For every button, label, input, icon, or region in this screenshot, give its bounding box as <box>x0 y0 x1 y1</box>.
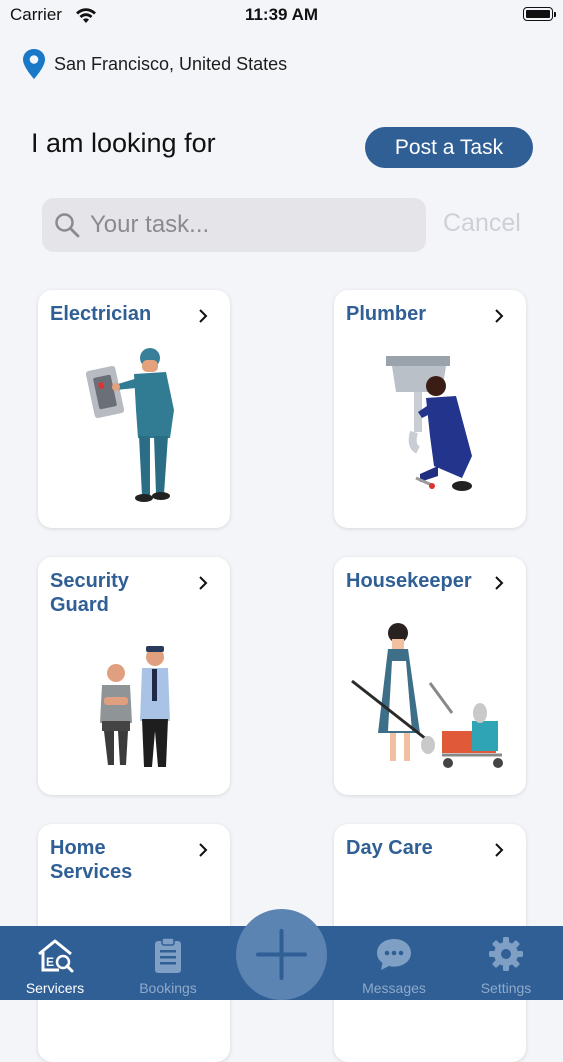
chevron-right-icon <box>495 309 504 323</box>
search-icon <box>55 213 80 238</box>
tab-messages[interactable]: Messages <box>344 926 444 1000</box>
category-title: Plumber <box>346 303 427 325</box>
plumber-illustration <box>386 356 474 506</box>
post-task-button[interactable]: Post a Task <box>365 127 533 168</box>
location-pin-icon <box>23 49 45 79</box>
category-title: Housekeeper <box>346 570 472 592</box>
category-card-plumber[interactable]: Plumber <box>334 290 526 528</box>
category-card-housekeeper[interactable]: Housekeeper <box>334 557 526 795</box>
electrician-illustration <box>85 348 174 502</box>
security-guard-illustration <box>100 646 170 767</box>
housekeeper-illustration <box>351 623 503 768</box>
chevron-right-icon <box>199 843 208 857</box>
chevron-right-icon <box>199 309 208 323</box>
tab-settings[interactable]: Settings <box>456 926 556 1000</box>
location-selector[interactable]: San Francisco, United States <box>22 48 287 80</box>
search-bar[interactable] <box>42 198 426 252</box>
chevron-right-icon <box>199 576 208 590</box>
chat-bubble-icon <box>377 939 411 970</box>
cancel-button[interactable]: Cancel <box>443 209 521 238</box>
tab-label: Servicers <box>25 980 85 996</box>
tab-bookings[interactable]: Bookings <box>118 926 218 1000</box>
category-title: Home Services <box>50 837 133 883</box>
category-title: Security Guard <box>50 570 129 616</box>
servicers-icon: E <box>38 939 74 973</box>
tab-label: Bookings <box>139 980 197 996</box>
category-card-security-guard[interactable]: Security Guard <box>38 557 230 795</box>
location-text: San Francisco, United States <box>54 53 288 74</box>
plus-icon <box>256 929 307 980</box>
page-title: I am looking for <box>31 128 216 158</box>
search-input[interactable] <box>88 210 392 240</box>
tab-label: Messages <box>362 980 426 996</box>
status-bar: Carrier 11:39 AM <box>0 0 563 32</box>
clock-time: 11:39 AM <box>244 5 319 24</box>
add-task-button[interactable] <box>236 909 327 1000</box>
tab-label: Settings <box>480 980 532 996</box>
tab-servicers[interactable]: E Servicers <box>5 926 105 1000</box>
chevron-right-icon <box>495 843 504 857</box>
category-title: Electrician <box>50 303 152 325</box>
gear-icon <box>489 937 523 971</box>
category-card-electrician[interactable]: Electrician <box>38 290 230 528</box>
battery-icon <box>523 7 556 21</box>
chevron-right-icon <box>495 576 504 590</box>
category-title: Day Care <box>346 837 433 859</box>
clipboard-icon <box>155 937 181 973</box>
svg-text:E: E <box>46 955 54 969</box>
